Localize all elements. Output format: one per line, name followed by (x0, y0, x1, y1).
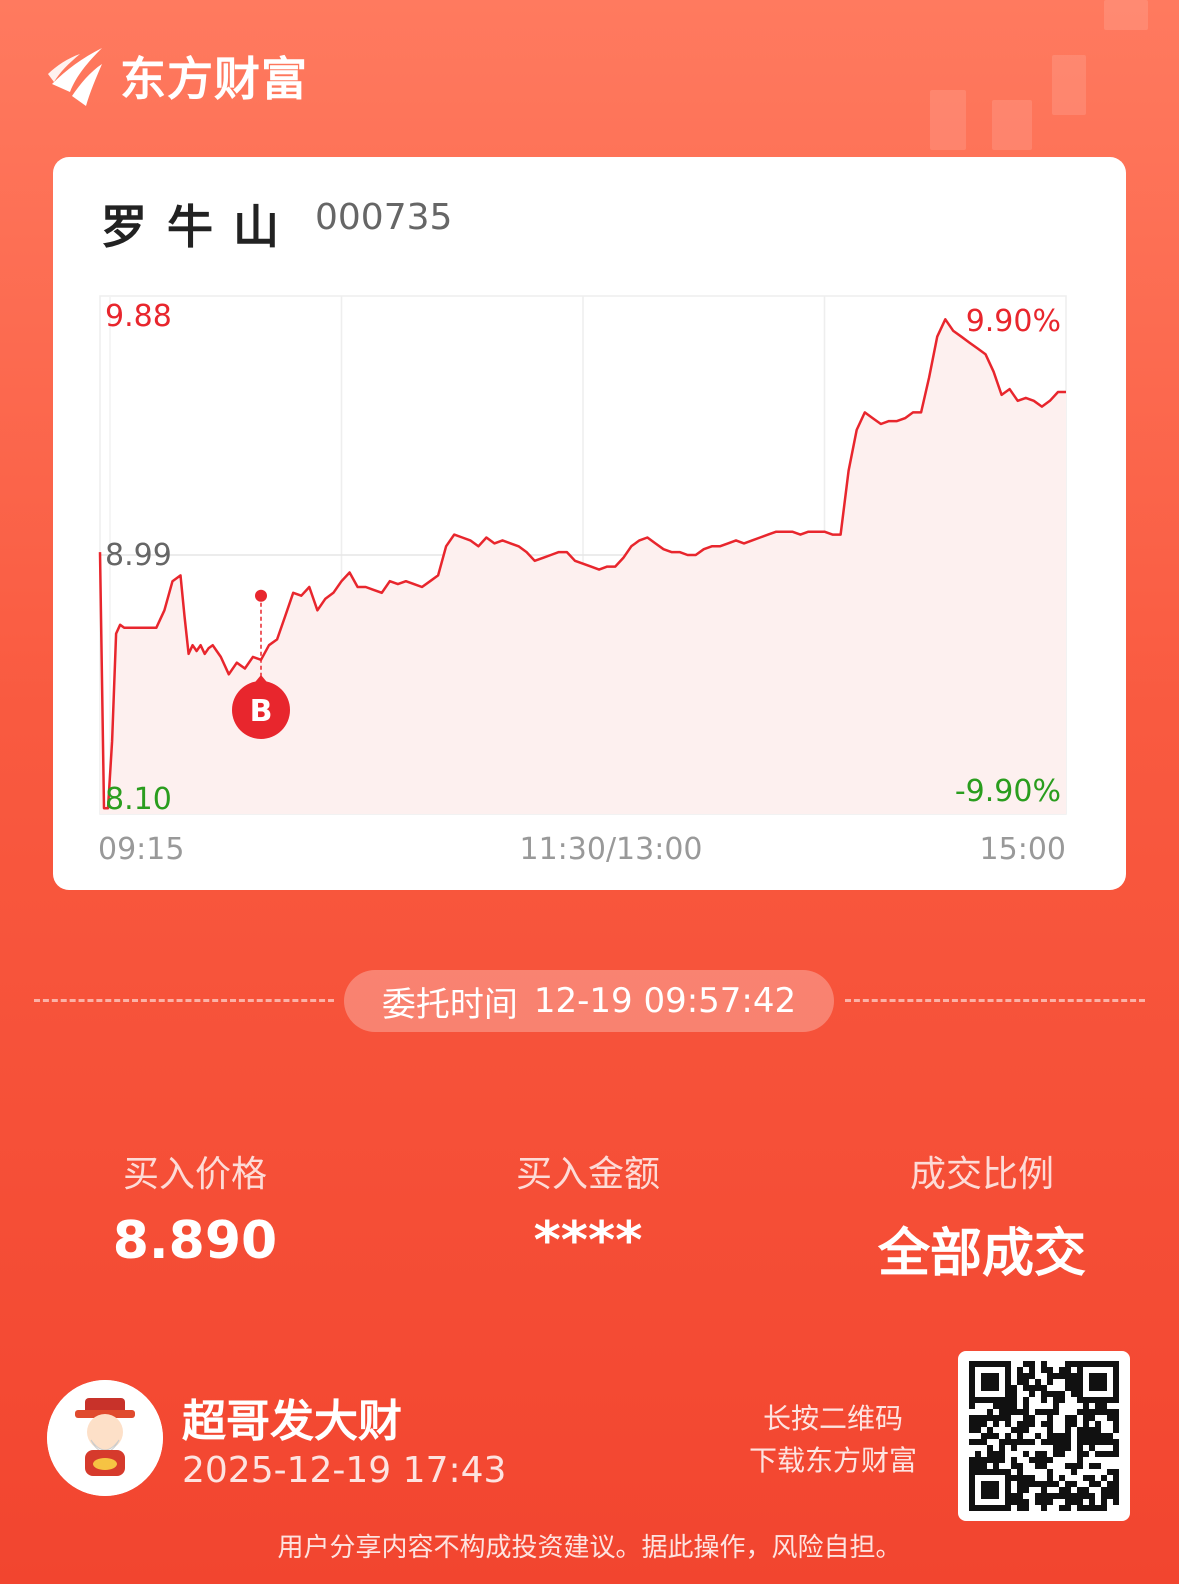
decorative-candle (1104, 0, 1148, 30)
decorative-candle (1052, 55, 1086, 115)
stat-value: 8.890 (112, 1211, 278, 1271)
user-name: 超哥发大财 (182, 1396, 402, 1447)
share-timestamp: 2025-12-19 17:43 (182, 1450, 507, 1491)
eastmoney-logo-icon (48, 48, 102, 106)
order-time-label: 委托时间 (381, 984, 518, 1025)
qr-code-icon (969, 1361, 1119, 1511)
stat-value: **** (533, 1211, 643, 1271)
qr-hint-line2: 下载东方财富 (748, 1444, 917, 1477)
x-end-label: 15:00 (980, 832, 1066, 867)
stat-value: 全部成交 (877, 1224, 1086, 1284)
x-mid-label: 11:30/13:00 (519, 832, 702, 867)
stat-label: 买入金额 (515, 1154, 660, 1195)
order-time-pill: 委托时间 12-19 09:57:42 (344, 970, 834, 1032)
brand-header: 东方财富 (46, 44, 308, 108)
x-start-label: 09:15 (98, 832, 184, 867)
pct-min-label: -9.90% (955, 774, 1061, 809)
qr-hint-line1: 长按二维码 (762, 1402, 903, 1435)
stock-card: 罗牛山 000735 B 9.88 8.99 8.10 9.90% -9.90%… (53, 157, 1126, 890)
pct-max-label: 9.90% (966, 304, 1061, 339)
y-min-label: 8.10 (105, 782, 172, 817)
buy-marker-label: B (250, 694, 273, 729)
stat-label: 买入价格 (122, 1154, 267, 1195)
fortune-god-avatar-icon (47, 1380, 163, 1496)
y-mid-label: 8.99 (105, 538, 172, 573)
decorative-candle (992, 100, 1032, 150)
avatar (47, 1380, 163, 1496)
stat-buy-amount: 买入金额 **** (428, 1145, 748, 1271)
download-qr-code[interactable] (958, 1351, 1130, 1521)
stat-label: 成交比例 (909, 1154, 1054, 1195)
decorative-candle (930, 90, 966, 150)
intraday-chart: B 9.88 8.99 8.10 9.90% -9.90% 09:15 11:3… (98, 295, 1067, 867)
divider-right (845, 999, 1145, 1002)
buy-marker-point (255, 589, 267, 602)
divider-left (34, 999, 334, 1002)
order-time-value: 12-19 09:57:42 (533, 981, 797, 1021)
y-max-label: 9.88 (105, 299, 172, 334)
brand-name: 东方财富 (120, 52, 308, 106)
stat-fill-ratio: 成交比例 全部成交 (822, 1145, 1142, 1286)
disclaimer: 用户分享内容不构成投资建议。据此操作，风险自担。 (277, 1533, 902, 1563)
stat-buy-price: 买入价格 8.890 (35, 1145, 355, 1271)
qr-hint: 长按二维码 下载东方财富 (749, 1398, 917, 1482)
